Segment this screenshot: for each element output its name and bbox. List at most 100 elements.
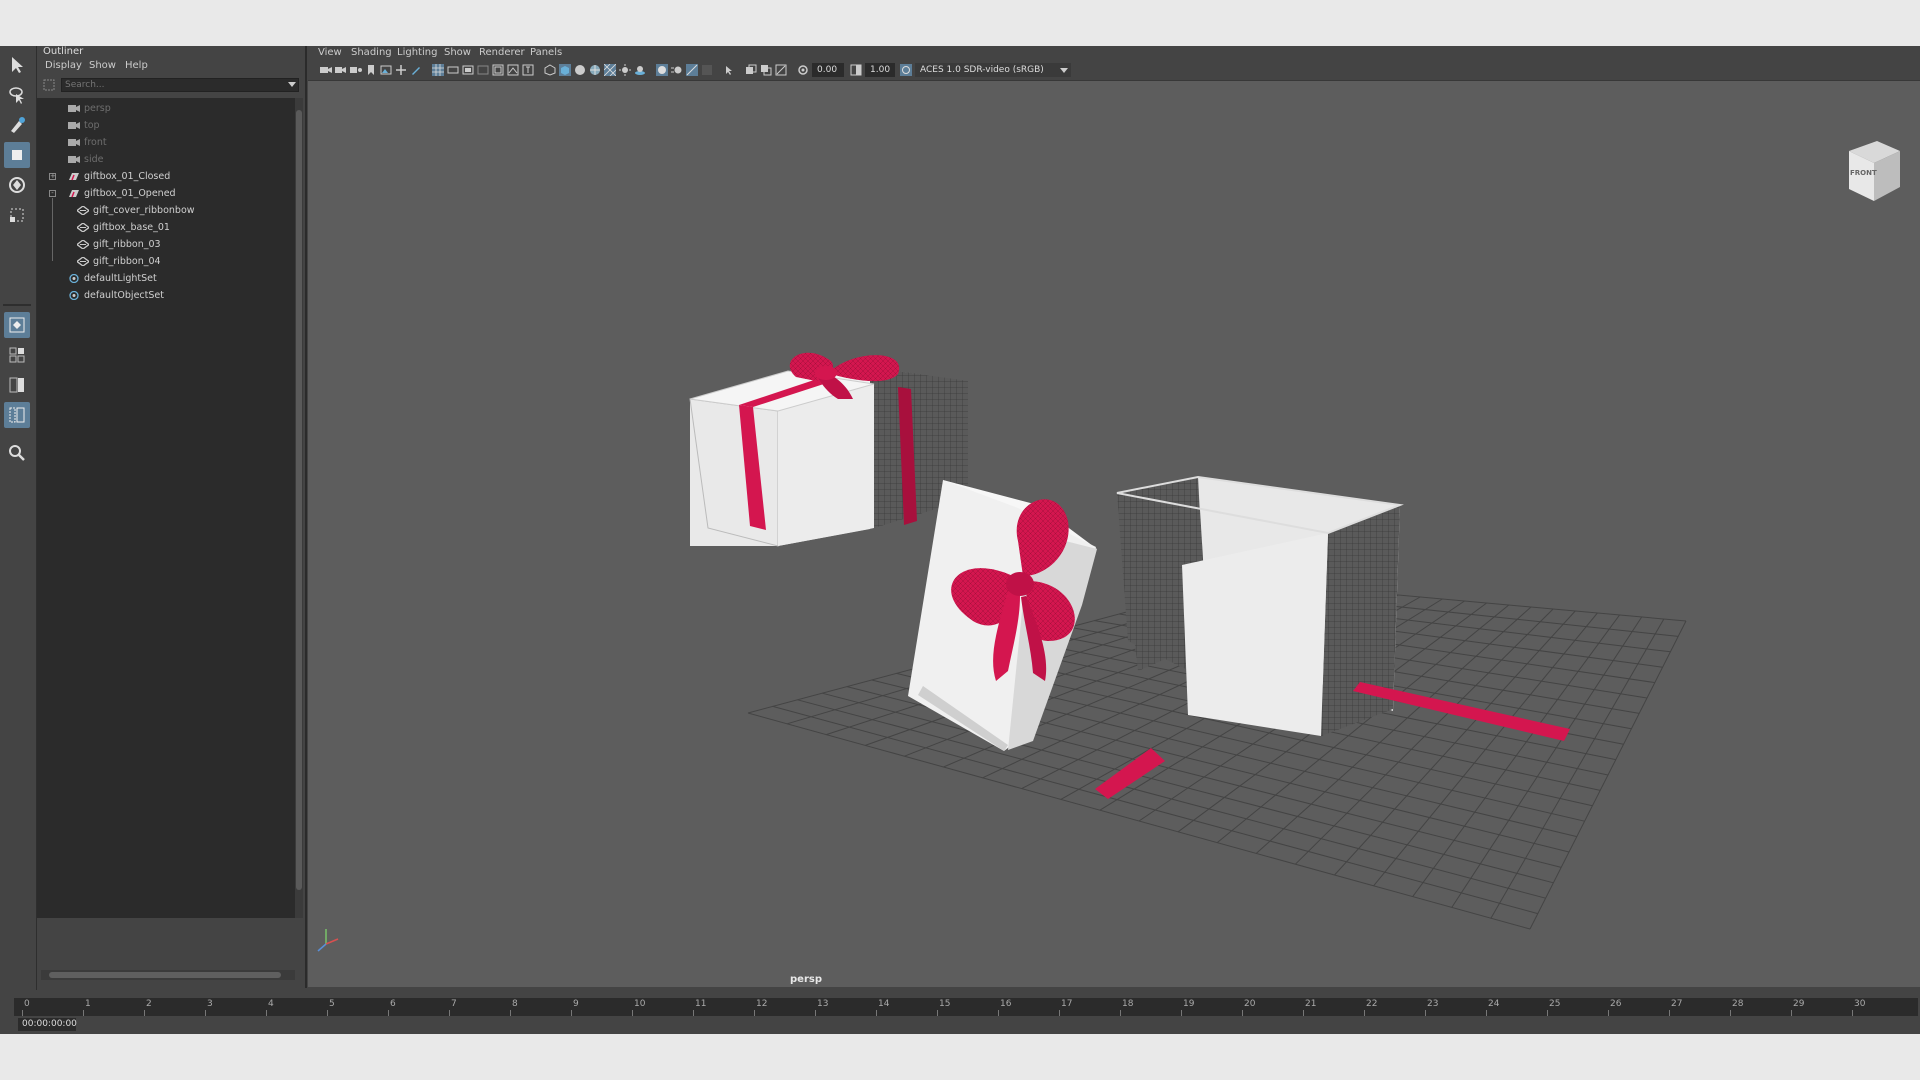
grease-pencil-icon[interactable] (410, 64, 422, 76)
scale-tool-icon[interactable] (4, 202, 30, 228)
safe-title-icon[interactable] (522, 64, 534, 76)
time-ruler[interactable]: 0 1 2 3 4 5 6 7 8 9 10 11 12 13 14 15 16 17 18 19 20 21 22 23 24… (14, 998, 1918, 1016)
wireframe-icon[interactable] (544, 64, 556, 76)
mesh-icon (77, 223, 89, 232)
viewport-menu-panels[interactable]: Panels (530, 47, 562, 58)
smooth-shade-icon[interactable] (559, 64, 571, 76)
outliner-node-gift-ribbon-04[interactable]: gift_ribbon_04 (77, 253, 161, 270)
safe-action-icon[interactable] (507, 64, 519, 76)
perspective-viewport[interactable]: FRONT (308, 81, 1920, 987)
giftbox-lid[interactable] (908, 480, 1097, 751)
gamma-field[interactable]: 1.00 (865, 63, 895, 77)
outliner-layout-icon[interactable] (4, 402, 30, 428)
outliner-node-giftbox-closed[interactable]: giftbox_01_Closed (68, 168, 170, 185)
viewport-menu-lighting[interactable]: Lighting (397, 47, 437, 58)
group-icon (69, 173, 79, 181)
four-pane-layout-icon[interactable] (4, 342, 30, 368)
exposure-icon[interactable] (797, 64, 809, 76)
outliner-node-default-object-set[interactable]: defaultObjectSet (68, 287, 164, 304)
field-chart-icon[interactable] (492, 64, 504, 76)
xray-components-icon[interactable] (775, 64, 787, 76)
outliner-node-gift-ribbon-03[interactable]: gift_ribbon_03 (77, 236, 161, 253)
xray-joints-icon[interactable] (760, 64, 772, 76)
outliner-node-persp[interactable]: persp (68, 100, 111, 117)
gate-mask-icon[interactable] (477, 64, 489, 76)
gamma-icon[interactable] (850, 64, 862, 76)
giftbox-closed[interactable] (689, 352, 968, 547)
depth-of-field-icon[interactable] (701, 64, 713, 76)
color-space-dropdown[interactable] (1057, 63, 1071, 77)
xray-icon[interactable] (745, 64, 757, 76)
resolution-gate-icon[interactable] (462, 64, 474, 76)
node-label: gift_ribbon_04 (93, 256, 161, 267)
node-label: top (84, 120, 100, 131)
single-pane-layout-icon[interactable] (4, 312, 30, 338)
two-pane-layout-icon[interactable] (4, 372, 30, 398)
outliner-node-gift-cover-ribbonbow[interactable]: gift_cover_ribbonbow (77, 202, 195, 219)
motion-blur-icon[interactable] (671, 64, 683, 76)
camera-lock-icon[interactable] (335, 64, 347, 76)
viewport-menu-show[interactable]: Show (444, 47, 471, 58)
giftbox-opened-base[interactable] (1116, 475, 1404, 736)
timeline-tick-label: 11 (695, 999, 707, 1009)
camera-icon (68, 139, 80, 146)
viewport-menu-view[interactable]: View (318, 47, 342, 58)
paint-select-icon[interactable] (4, 112, 30, 138)
bookmark-icon[interactable] (365, 64, 377, 76)
outliner-menubar: Display Show Help (37, 58, 305, 74)
color-space-select[interactable]: ACES 1.0 SDR-video (sRGB) (915, 63, 1057, 77)
film-gate-icon[interactable] (447, 64, 459, 76)
textured-icon[interactable] (604, 64, 616, 76)
lights-icon[interactable] (619, 64, 631, 76)
camera-icon[interactable] (320, 64, 332, 76)
collapse-giftbox-opened[interactable]: - (49, 190, 56, 197)
isolate-select-icon[interactable] (723, 64, 735, 76)
two-d-pan-icon[interactable] (395, 64, 407, 76)
move-tool-icon[interactable] (4, 142, 30, 168)
timeline-tick (449, 1010, 450, 1016)
outliner-menu-show[interactable]: Show (89, 60, 116, 71)
outliner-node-giftbox-opened[interactable]: giftbox_01_Opened (68, 185, 176, 202)
timeline-tick-label: 0 (24, 999, 30, 1009)
anti-aliasing-icon[interactable] (686, 64, 698, 76)
timeline-tick (1242, 1010, 1243, 1016)
outliner-node-giftbox-base[interactable]: giftbox_base_01 (77, 219, 170, 236)
timeline-tick-label: 14 (878, 999, 890, 1009)
outliner-node-top[interactable]: top (68, 117, 100, 134)
outliner-menu-help[interactable]: Help (125, 60, 148, 71)
timeline-tick-label: 6 (390, 999, 396, 1009)
outliner-search-input[interactable] (61, 78, 299, 92)
current-time-field[interactable]: 00:00:00:00 (18, 1018, 77, 1031)
lasso-tool-icon[interactable] (4, 82, 30, 108)
timeline-tick-label: 7 (451, 999, 457, 1009)
select-tool-icon[interactable] (4, 52, 30, 78)
default-material-icon[interactable] (574, 64, 586, 76)
timeline-tick-label: 10 (634, 999, 646, 1009)
image-plane-icon[interactable] (380, 64, 392, 76)
timeline-tick-label: 27 (1671, 999, 1683, 1009)
exposure-field[interactable]: 0.00 (812, 63, 844, 77)
viewport-menubar: View Shading Lighting Show Renderer Pane… (308, 46, 1920, 60)
filter-icon[interactable] (43, 79, 55, 91)
screen-space-ao-icon[interactable] (656, 64, 668, 76)
outliner-node-side[interactable]: side (68, 151, 103, 168)
wireframe-on-shaded-icon[interactable] (589, 64, 601, 76)
toolbox-divider (3, 304, 31, 306)
node-label: front (84, 137, 107, 148)
outliner-node-front[interactable]: front (68, 134, 107, 151)
scrollbar-thumb[interactable] (296, 110, 302, 890)
search-icon[interactable] (4, 440, 30, 466)
grid-icon[interactable] (432, 64, 444, 76)
outliner-menu-display[interactable]: Display (45, 60, 82, 71)
expand-giftbox-closed[interactable]: + (49, 173, 56, 180)
rotate-tool-icon[interactable] (4, 172, 30, 198)
search-dropdown-icon[interactable] (288, 82, 296, 87)
timeline-tick (1303, 1010, 1304, 1016)
outliner-vertical-scrollbar[interactable] (295, 98, 303, 918)
viewport-menu-renderer[interactable]: Renderer (479, 47, 525, 58)
color-management-icon[interactable] (900, 64, 912, 76)
shadows-icon[interactable] (634, 64, 646, 76)
camera-attributes-icon[interactable] (350, 64, 362, 76)
viewport-menu-shading[interactable]: Shading (351, 47, 392, 58)
outliner-node-default-light-set[interactable]: defaultLightSet (68, 270, 157, 287)
